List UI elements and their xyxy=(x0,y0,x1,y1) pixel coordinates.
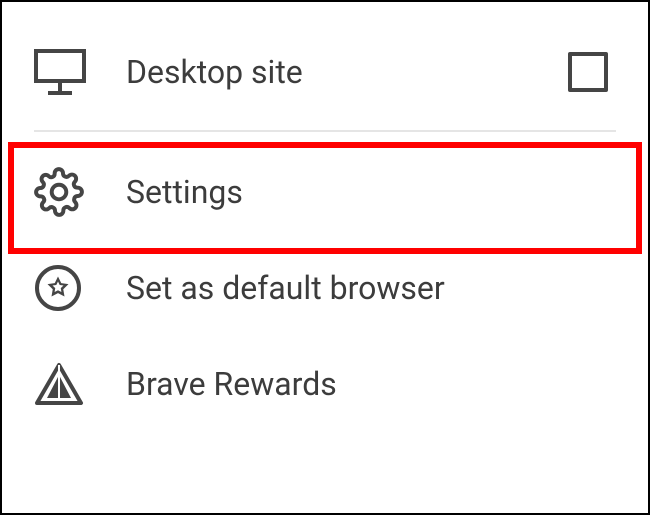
monitor-icon xyxy=(34,49,98,95)
divider xyxy=(34,130,616,132)
menu-item-default-browser[interactable]: Set as default browser xyxy=(2,240,648,336)
menu-item-desktop-site[interactable]: Desktop site xyxy=(2,24,648,120)
brave-rewards-icon xyxy=(34,362,98,406)
gear-icon xyxy=(34,167,98,217)
menu-item-label: Set as default browser xyxy=(98,269,616,307)
menu-item-label: Desktop site xyxy=(98,53,568,91)
menu-item-label: Brave Rewards xyxy=(98,365,616,403)
menu-item-label: Settings xyxy=(98,173,616,211)
desktop-site-checkbox[interactable] xyxy=(568,52,616,92)
menu-panel: Desktop site Settings Set as default bro… xyxy=(0,0,650,515)
menu-item-settings[interactable]: Settings xyxy=(2,144,648,240)
star-circle-icon xyxy=(34,264,98,312)
menu-item-brave-rewards[interactable]: Brave Rewards xyxy=(2,336,648,432)
